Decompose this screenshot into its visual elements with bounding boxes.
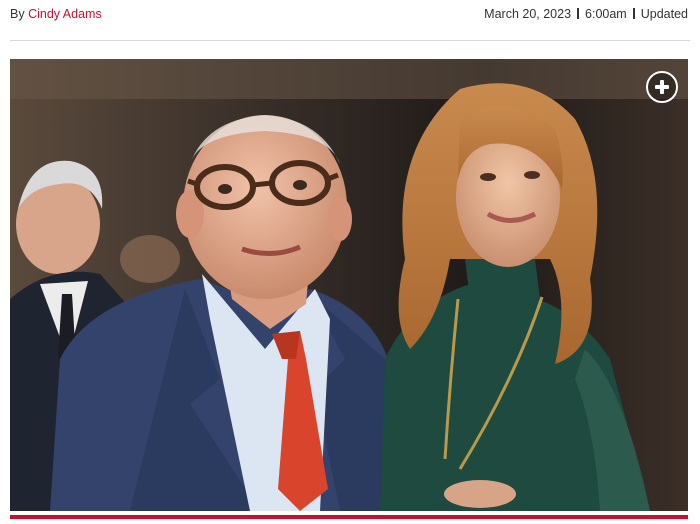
author-link[interactable]: Cindy Adams: [28, 7, 102, 21]
publish-date: March 20, 2023: [484, 7, 572, 21]
photo-illustration: [10, 59, 688, 511]
dateline: March 20, 2023 6:00am Updated: [484, 7, 688, 21]
separator: [632, 8, 635, 19]
divider: [10, 40, 690, 41]
expand-image-button[interactable]: [646, 71, 678, 103]
updated-label: Updated: [640, 7, 688, 21]
publish-time: 6:00am: [585, 7, 627, 21]
article-meta: By Cindy Adams March 20, 2023 6:00am Updat…: [0, 0, 700, 30]
accent-bar: [10, 515, 688, 519]
separator: [577, 8, 580, 19]
plus-circle-icon-stroke: [660, 80, 664, 94]
article-hero-image: [10, 59, 688, 511]
byline-prefix: By: [10, 7, 29, 21]
byline: By Cindy Adams: [10, 7, 102, 21]
